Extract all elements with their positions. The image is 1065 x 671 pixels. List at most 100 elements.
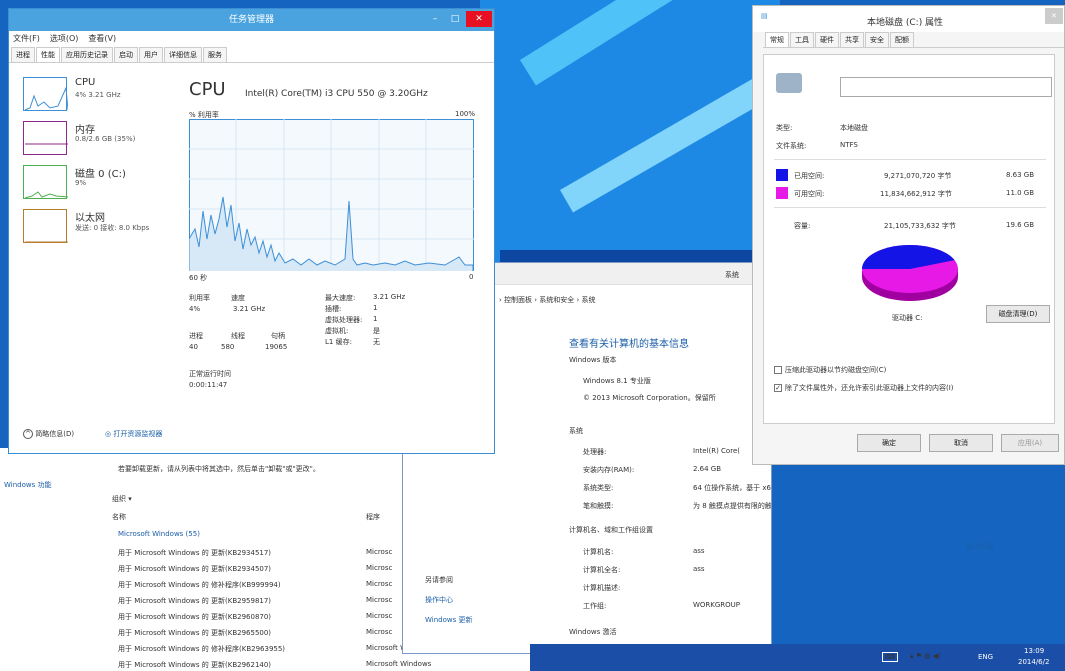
resource-item[interactable]: 内存 0.8/2.6 GB (35%)	[23, 121, 173, 165]
type-value: 本地磁盘	[840, 124, 868, 132]
resource-name: 内存	[75, 125, 95, 136]
spec-value: 1	[373, 304, 378, 312]
open-resource-monitor-link[interactable]: ◎ 打开资源监视器	[105, 429, 162, 439]
compress-label: 压缩此驱动器以节约磁盘空间(C)	[785, 366, 887, 374]
column-name[interactable]: 名称	[112, 512, 126, 522]
handles-label: 句柄	[271, 332, 285, 340]
index-label: 除了文件属性外，还允许索引此驱动器上文件的内容(I)	[785, 384, 954, 392]
tab-2[interactable]: 应用历史记录	[61, 47, 113, 62]
resource-sub: 发送: 0 接收: 8.0 Kbps	[75, 224, 150, 232]
resource-item[interactable]: 以太网 发送: 0 接收: 8.0 Kbps	[23, 209, 173, 253]
tray-keyboard-icon[interactable]: ⌨	[882, 652, 899, 662]
name-key: 计算机名:	[583, 548, 614, 556]
name-value: ass	[693, 547, 705, 555]
group-header[interactable]: Microsoft Windows (55)	[118, 530, 200, 538]
edition-section: Windows 版本	[569, 356, 617, 364]
task-manager-titlebar[interactable]: 任务管理器 – □ ✕	[9, 9, 494, 31]
props-tab-1[interactable]: 工具	[790, 32, 814, 47]
spec-label: 虚拟机:	[325, 327, 349, 335]
system-key: 安装内存(RAM):	[583, 466, 635, 474]
disk-cleanup-button[interactable]: 磁盘清理(D)	[986, 305, 1050, 323]
handles-value: 19065	[265, 343, 288, 351]
index-checkbox[interactable]: ✓	[774, 384, 782, 392]
props-tab-3[interactable]: 共享	[840, 32, 864, 47]
update-row[interactable]: 用于 Microsoft Windows 的 更新(KB2934507)	[118, 564, 271, 574]
update-row[interactable]: 用于 Microsoft Windows 的 更新(KB2962140)	[118, 660, 271, 670]
close-button[interactable]: ✕	[466, 11, 492, 27]
resource-sub: 4% 3.21 GHz	[75, 91, 121, 99]
windows-update-link[interactable]: Windows 更新	[425, 615, 472, 625]
spec-label: 最大速度:	[325, 294, 356, 302]
menu-item[interactable]: 文件(F)	[13, 31, 40, 47]
tab-0[interactable]: 进程	[11, 47, 35, 62]
processes-label: 进程	[189, 332, 203, 340]
minimize-button[interactable]: –	[426, 11, 444, 27]
tab-3[interactable]: 启动	[114, 47, 138, 62]
compress-option[interactable]: 压缩此驱动器以节约磁盘空间(C)	[774, 365, 886, 375]
drive-name: 驱动器 C:	[892, 314, 923, 322]
clock-date[interactable]: 2014/6/2	[1018, 658, 1049, 666]
update-row[interactable]: 用于 Microsoft Windows 的 更新(KB2960870)	[118, 612, 271, 622]
used-swatch	[776, 169, 788, 181]
name-key: 工作组:	[583, 602, 607, 610]
props-tab-4[interactable]: 安全	[865, 32, 889, 47]
disk-properties-dialog: ▤ 本地磁盘 (C:) 属性 ✕ 常规 工具 硬件 共享 安全 配额 类型: 本地磁盘 文…	[752, 5, 1065, 465]
resource-item[interactable]: 磁盘 0 (C:) 9%	[23, 165, 173, 209]
utilization-label: 利用率	[189, 294, 210, 302]
update-row[interactable]: 用于 Microsoft Windows 的 更新(KB2965500)	[118, 628, 271, 638]
action-center-link[interactable]: 操作中心	[425, 595, 453, 605]
tab-6[interactable]: 服务	[203, 47, 227, 62]
props-tab-0[interactable]: 常规	[765, 32, 789, 47]
props-tab-2[interactable]: 硬件	[815, 32, 839, 47]
resource-item[interactable]: CPU 4% 3.21 GHz	[23, 77, 173, 121]
update-row[interactable]: 用于 Microsoft Windows 的 修补程序(KB999994)	[118, 580, 281, 590]
tab-5[interactable]: 详细信息	[164, 47, 202, 62]
usage-max: 100%	[455, 110, 476, 118]
breadcrumb[interactable]: › 控制面板 › 系统和安全 › 系统	[499, 295, 596, 305]
free-gb: 11.0 GB	[1006, 189, 1035, 197]
maximize-button[interactable]: □	[446, 11, 464, 27]
update-row[interactable]: 用于 Microsoft Windows 的 更新(KB2959817)	[118, 596, 271, 606]
name-key: 计算机全名:	[583, 566, 621, 574]
threads-value: 580	[221, 343, 235, 351]
index-option[interactable]: ✓ 除了文件属性外，还允许索引此驱动器上文件的内容(I)	[774, 383, 954, 393]
dialog-close-button[interactable]: ✕	[1045, 8, 1063, 24]
clock-time[interactable]: 13:09	[1024, 647, 1044, 655]
divider-2	[774, 207, 1046, 208]
spec-value: 无	[373, 338, 380, 346]
update-program: Microsc	[366, 596, 393, 604]
spec-label: 虚拟处理器:	[325, 316, 363, 324]
props-tab-5[interactable]: 配额	[890, 32, 914, 47]
update-row[interactable]: 用于 Microsoft Windows 的 修补程序(KB2963955)	[118, 644, 285, 654]
organize-button[interactable]: 组织 ▾	[112, 494, 132, 504]
graph-time-right: 0	[469, 273, 474, 281]
system-key: 处理器:	[583, 448, 607, 456]
menu-item[interactable]: 查看(V)	[88, 31, 116, 47]
tray-icons[interactable]: ▴ ⚑ ◍ ◀)	[910, 652, 941, 660]
update-program: Microsc	[366, 628, 393, 636]
used-bytes: 9,271,070,720 字节	[884, 172, 952, 180]
update-row[interactable]: 用于 Microsoft Windows 的 更新(KB2934517)	[118, 548, 271, 558]
windows-features-link[interactable]: Windows 功能	[4, 480, 51, 490]
change-settings-link-2[interactable]: 更改设置	[966, 542, 994, 552]
language-indicator[interactable]: ENG	[978, 653, 993, 661]
filesystem-label: 文件系统:	[776, 142, 807, 150]
resource-sub: 9%	[75, 179, 87, 187]
cancel-button[interactable]: 取消	[929, 434, 993, 452]
apply-button[interactable]: 应用(A)	[1001, 434, 1059, 452]
tab-1[interactable]: 性能	[36, 47, 60, 62]
resource-thumbnail	[23, 209, 68, 243]
spec-value: 1	[373, 315, 378, 323]
column-program[interactable]: 程序	[366, 512, 380, 522]
used-label: 已用空间:	[794, 172, 825, 180]
update-program: Microsc	[366, 564, 393, 572]
tab-4[interactable]: 用户	[139, 47, 163, 62]
compress-checkbox[interactable]	[774, 366, 782, 374]
computer-name-section: 计算机名、域和工作组设置	[569, 526, 653, 534]
fewer-details-button[interactable]: ^ 简略信息(D)	[23, 429, 74, 439]
processes-value: 40	[189, 343, 198, 351]
volume-label-input[interactable]	[840, 77, 1052, 97]
filesystem-value: NTFS	[840, 141, 858, 149]
ok-button[interactable]: 确定	[857, 434, 921, 452]
menu-item[interactable]: 选项(O)	[50, 31, 79, 47]
